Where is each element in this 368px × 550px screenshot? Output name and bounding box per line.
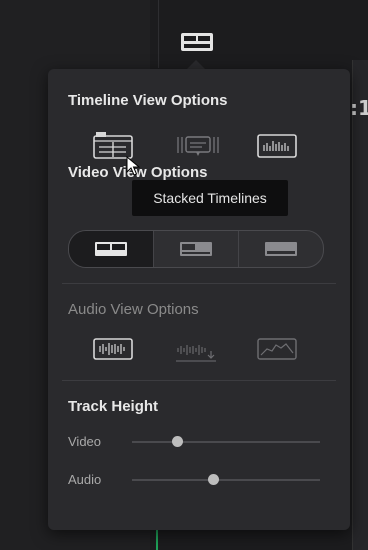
audio-waveform-icon bbox=[257, 134, 297, 158]
timeline-view-options-button[interactable] bbox=[180, 30, 214, 54]
simple-icon bbox=[265, 242, 297, 256]
video-height-label: Video bbox=[68, 434, 102, 449]
track-height-title: Track Height bbox=[68, 398, 159, 415]
slider-thumb[interactable] bbox=[172, 436, 184, 447]
toolbar-divider bbox=[158, 0, 159, 68]
audio-view-options-title: Audio View Options bbox=[68, 301, 199, 318]
audio-height-label: Audio bbox=[68, 472, 102, 487]
audio-waveform-button[interactable] bbox=[256, 131, 300, 161]
thumbnail-strip-icon bbox=[95, 242, 127, 256]
separator bbox=[62, 283, 336, 284]
subtitle-track-button[interactable] bbox=[174, 131, 219, 161]
tooltip-stacked-timelines: Stacked Timelines bbox=[132, 180, 288, 216]
video-view-segmented-control bbox=[68, 230, 324, 268]
stacked-timeline-view-icon bbox=[181, 33, 213, 51]
audio-waveform-envelope-button[interactable] bbox=[256, 335, 300, 365]
video-view-thumbnail-strip[interactable] bbox=[69, 231, 154, 267]
timeline-view-options-title: Timeline View Options bbox=[68, 92, 228, 109]
waveform-envelope-icon bbox=[257, 338, 297, 360]
audio-waveform-split-button[interactable] bbox=[174, 335, 218, 365]
filmstrip-icon bbox=[180, 242, 212, 256]
subtitle-track-icon bbox=[177, 136, 219, 156]
audio-height-slider[interactable] bbox=[132, 474, 320, 485]
video-height-slider[interactable] bbox=[132, 436, 320, 447]
video-view-filmstrip[interactable] bbox=[154, 231, 239, 267]
timecode-fragment: :1 bbox=[350, 96, 368, 120]
mouse-pointer-icon bbox=[126, 156, 141, 176]
timeline-viewer-strip bbox=[352, 60, 368, 550]
waveform-split-icon bbox=[176, 345, 216, 362]
video-view-simple[interactable] bbox=[239, 231, 323, 267]
timeline-view-options-popup: Timeline View Options Video View Options… bbox=[48, 69, 350, 530]
playhead-line bbox=[156, 528, 158, 550]
audio-waveform-full-button[interactable] bbox=[92, 335, 136, 365]
separator bbox=[62, 380, 336, 381]
slider-thumb[interactable] bbox=[207, 474, 219, 485]
waveform-icon bbox=[93, 338, 133, 360]
